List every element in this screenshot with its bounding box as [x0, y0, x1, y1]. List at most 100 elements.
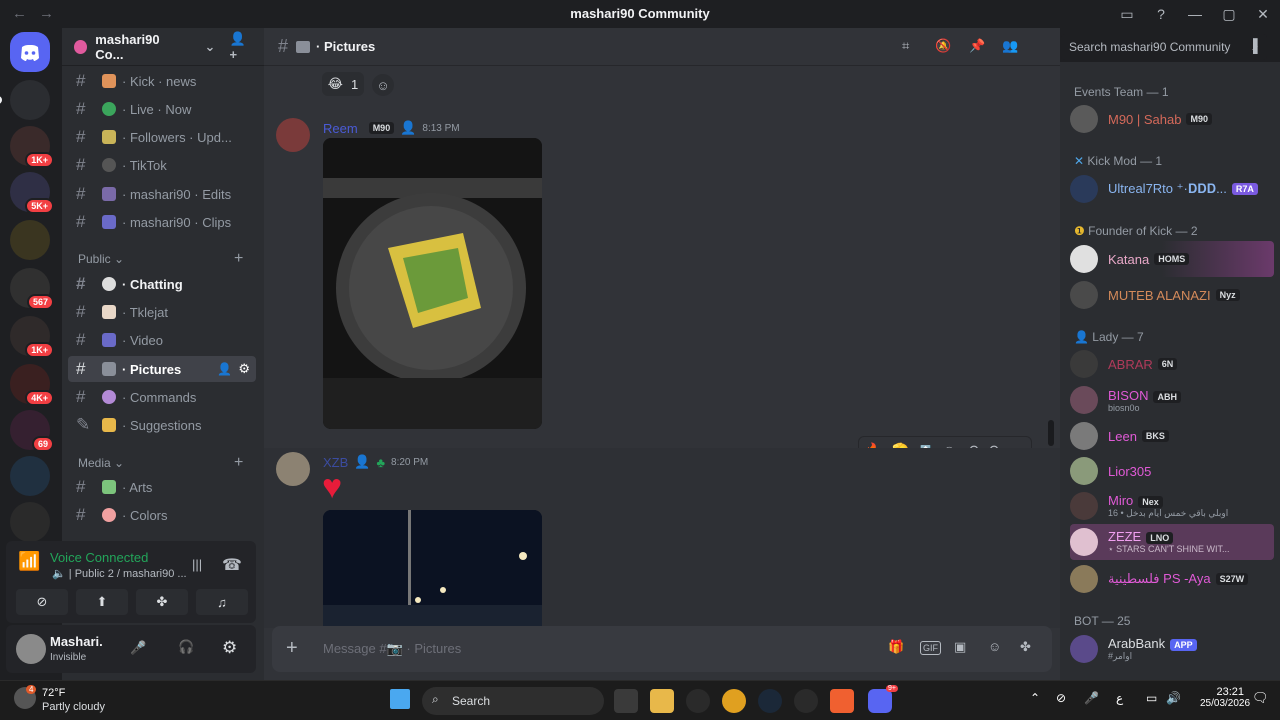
category-media[interactable]: Media ⌄	[78, 456, 124, 470]
member-item[interactable]: Lior305	[1070, 453, 1274, 489]
headphones-icon[interactable]: 🎧	[178, 639, 194, 655]
chevron-down-icon[interactable]: ⌄	[205, 39, 216, 55]
voice-channel[interactable]: 🔈 | Public 2 / mashari90 ...	[52, 567, 187, 580]
steam-icon[interactable]	[758, 689, 782, 713]
file-explorer-icon[interactable]	[650, 689, 674, 713]
channel-tiktok[interactable]: # · TikTok	[68, 152, 256, 178]
volume-icon[interactable]: 🔊	[1166, 691, 1181, 705]
invite-icon[interactable]: 👤	[217, 362, 232, 376]
task-view-icon[interactable]	[614, 689, 638, 713]
server-folder-icon[interactable]: 69	[10, 410, 54, 452]
gift-icon[interactable]: 🎁	[888, 639, 904, 655]
member-item[interactable]: Miro Nex 16 • اوبلي باقي خمس ايام بدخل	[1070, 488, 1274, 524]
server-folder-icon[interactable]: 1K+	[10, 316, 54, 358]
apps-icon[interactable]: ✤	[1020, 639, 1031, 655]
camera-off-button[interactable]: ⊘	[16, 589, 68, 615]
disconnect-icon[interactable]: ☎	[222, 555, 242, 575]
create-channel-icon[interactable]: +	[234, 250, 243, 268]
server-icon[interactable]	[10, 502, 50, 542]
settings-gear-icon[interactable]: ⚙	[222, 638, 237, 658]
notification-bell-icon[interactable]: 🔕	[935, 38, 951, 54]
windows-start-icon[interactable]	[390, 689, 410, 709]
signal-icon[interactable]: 📶	[18, 551, 40, 572]
member-item[interactable]: ABRAR 6N	[1070, 346, 1274, 382]
image-attachment[interactable]	[323, 138, 542, 429]
avatar[interactable]	[276, 452, 310, 486]
voice-status[interactable]: Voice Connected	[50, 550, 148, 565]
taskbar-search[interactable]: ⌕ Search	[422, 687, 604, 715]
username[interactable]: Mashari.	[50, 634, 103, 649]
gear-icon[interactable]: ⚙	[238, 361, 250, 377]
member-item[interactable]: فلسطينية PS -Aya S27W	[1070, 561, 1274, 597]
discord-taskbar-icon[interactable]: 9+	[868, 685, 898, 713]
create-channel-icon[interactable]: +	[234, 454, 243, 472]
inbox-icon[interactable]: ▌	[1253, 38, 1262, 53]
channel-colors[interactable]: # · Colors	[68, 502, 256, 528]
noise-suppression-icon[interactable]: |||	[192, 557, 202, 572]
member-item[interactable]: Ultreal7Rto ⁺·𝐃𝐃𝐃... R7A	[1070, 171, 1274, 207]
server-folder-icon[interactable]: 5K+	[10, 172, 54, 214]
server-header[interactable]: mashari90 Co... ⌄ 👤+	[62, 28, 264, 66]
channel-commands[interactable]: # · Commands	[68, 384, 256, 410]
reaction-pill[interactable]: 😂 1	[322, 72, 364, 96]
member-item[interactable]: BISON ABH biosn0o	[1070, 382, 1274, 418]
server-folder-icon[interactable]: 567	[10, 268, 54, 310]
app-icon[interactable]	[794, 689, 818, 713]
member-item[interactable]: Katana HOMS	[1070, 241, 1274, 277]
message-composer[interactable]: + Message #📷 · Pictures 🎁 GIF ▣ ☺ ✤	[272, 626, 1052, 672]
pin-icon[interactable]: 📌	[969, 38, 985, 54]
channel-edits[interactable]: # · mashari90 · Edits	[68, 181, 256, 207]
clock[interactable]: 23:21 25/03/2026	[1200, 686, 1250, 709]
member-item[interactable]: Leen BKS	[1070, 418, 1274, 454]
wifi-icon[interactable]: ▭	[1146, 691, 1157, 705]
add-reaction-icon[interactable]: ☺	[372, 74, 394, 96]
microphone-icon[interactable]: 🎤	[1084, 691, 1099, 705]
message-author[interactable]: Reem	[323, 121, 358, 136]
image-attachment[interactable]	[323, 510, 542, 626]
channel-video[interactable]: # · Video	[68, 327, 256, 353]
channel-pictures[interactable]: # · Pictures 👤 ⚙	[68, 356, 256, 382]
help-icon[interactable]: ?	[1144, 0, 1178, 28]
server-icon[interactable]	[0, 80, 50, 120]
brave-icon[interactable]	[830, 689, 854, 713]
server-folder-icon[interactable]: 1K+	[10, 126, 54, 168]
notification-icon[interactable]: 🗨	[1252, 690, 1269, 706]
search-input[interactable]: Search mashari90 Community ⌕	[1061, 34, 1267, 60]
activities-button[interactable]: ✤	[136, 589, 188, 615]
avatar[interactable]	[16, 634, 46, 664]
member-item[interactable]: ZEZE LNO ⋆ STARS CAN'T SHINE WIT...	[1070, 524, 1274, 560]
member-item[interactable]: ArabBank APP #اوامر	[1070, 631, 1274, 667]
chevron-up-icon[interactable]: ⌃	[1030, 691, 1040, 705]
maximize-button[interactable]: ▢	[1212, 0, 1246, 28]
channel-arts[interactable]: # · Arts	[68, 474, 256, 500]
weather-icon[interactable]: 4	[14, 685, 37, 709]
chrome-icon[interactable]	[722, 689, 746, 713]
screen-share-button[interactable]: ⬆	[76, 589, 128, 615]
gif-icon[interactable]: GIF	[920, 641, 941, 655]
channel-kick-news[interactable]: # · Kick · news	[68, 68, 256, 94]
soundboard-button[interactable]: ♫	[196, 589, 248, 615]
network-icon[interactable]: ⊘	[1056, 691, 1066, 705]
channel-clips[interactable]: # · mashari90 · Clips	[68, 209, 256, 235]
member-item[interactable]: MUTEB ALANAZI Nyz	[1070, 277, 1274, 313]
weather-temp[interactable]: 72°F	[42, 687, 65, 699]
member-list-icon[interactable]: 👥	[1002, 38, 1018, 54]
server-folder-icon[interactable]: 4K+	[10, 364, 54, 406]
server-folder-icon[interactable]	[10, 456, 50, 496]
channel-chatting[interactable]: # · Chatting	[68, 271, 256, 297]
category-public[interactable]: Public ⌄	[78, 252, 124, 266]
inbox-icon[interactable]: ▭	[1110, 0, 1144, 28]
member-item[interactable]: M90 | Sahab M90	[1070, 101, 1274, 137]
channel-suggestions[interactable]: ✎ · Suggestions	[68, 412, 256, 438]
close-button[interactable]: ✕	[1246, 0, 1280, 28]
message-input[interactable]: Message #📷 · Pictures	[323, 641, 461, 657]
emoji-icon[interactable]: ☺	[988, 639, 1001, 654]
language-icon[interactable]: ع	[1116, 691, 1123, 705]
server-folder-icon[interactable]	[10, 220, 50, 260]
minimize-button[interactable]: —	[1178, 0, 1212, 28]
microphone-icon[interactable]: 🎤	[130, 640, 146, 656]
scrollbar[interactable]	[1048, 420, 1054, 446]
threads-icon[interactable]: ⌗	[902, 38, 909, 54]
app-icon[interactable]	[686, 689, 710, 713]
attach-plus-icon[interactable]: +	[286, 637, 298, 660]
